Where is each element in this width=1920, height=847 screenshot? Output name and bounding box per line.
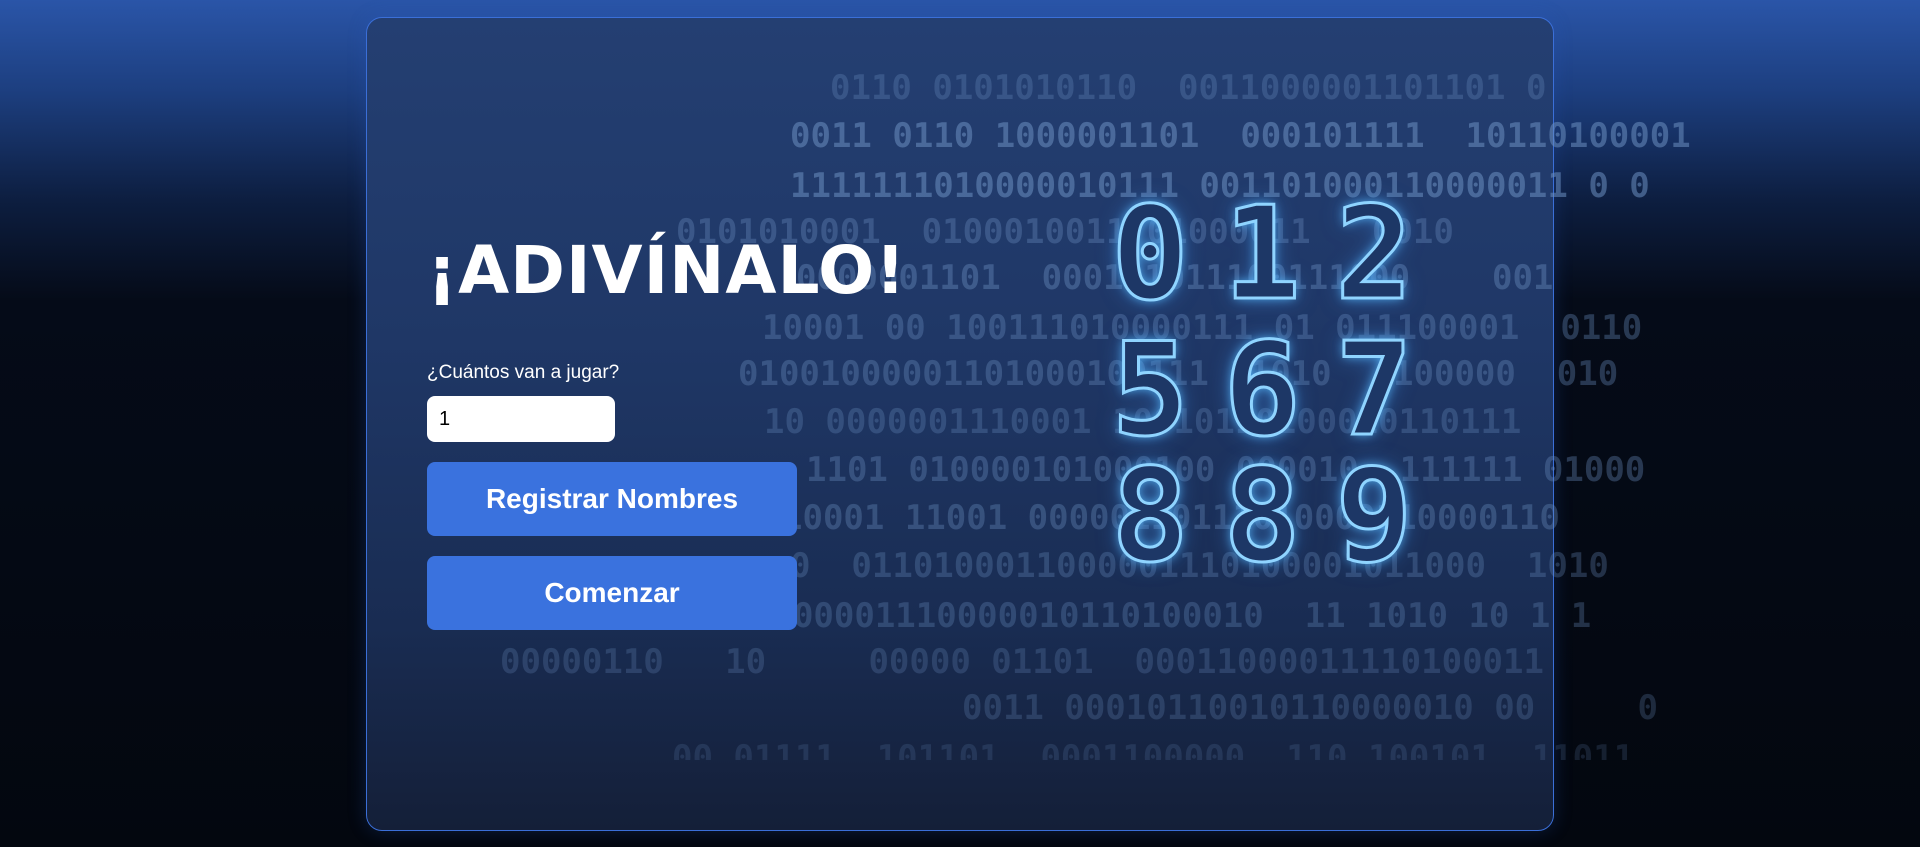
- page-title: ¡ADIVÍNALO!: [427, 232, 907, 309]
- digit-glyph: 9: [1334, 442, 1414, 591]
- start-button[interactable]: Comenzar: [427, 556, 797, 630]
- digits-grid: 0 1 2 5 6 7 8 8 9: [1100, 180, 1420, 591]
- digit-glyph: 5: [1110, 316, 1190, 465]
- digit-glyph: 7: [1334, 316, 1414, 465]
- register-names-button[interactable]: Registrar Nombres: [427, 462, 797, 536]
- digit-glyph: 1: [1222, 180, 1302, 329]
- players-count-input[interactable]: [427, 396, 615, 442]
- digit-glyph: 2: [1334, 180, 1414, 329]
- players-count-label: ¿Cuántos van a jugar?: [427, 362, 620, 383]
- digit-glyph: 8: [1222, 442, 1302, 591]
- digit-glyph: 8: [1110, 442, 1190, 591]
- digit-glyph: 6: [1222, 316, 1302, 465]
- digit-glyph: 0: [1110, 180, 1190, 329]
